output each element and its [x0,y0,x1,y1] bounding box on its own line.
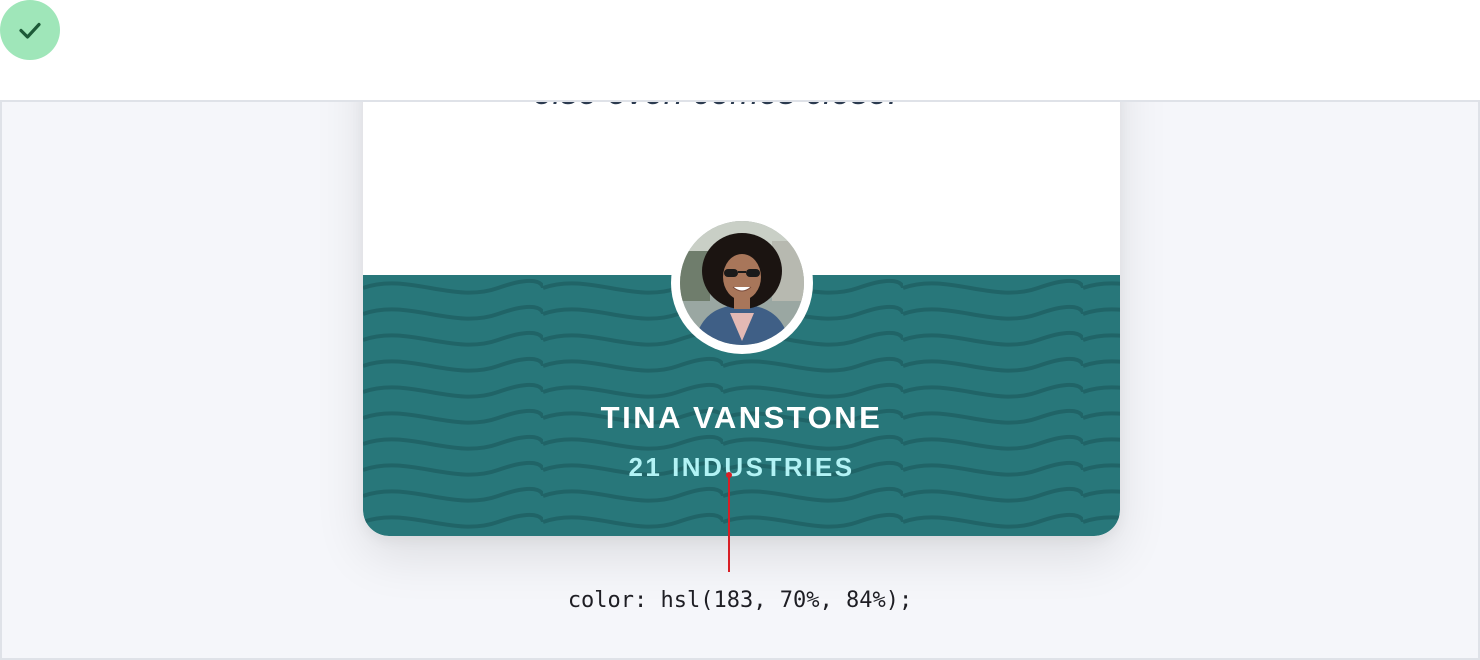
pointer-line [728,475,730,572]
checkmark-icon [0,0,60,60]
preview-stage: else even comes close. TINA VANSTONE 21 [0,100,1480,660]
testimonial-card: else even comes close. TINA VANSTONE 21 [363,102,1120,536]
avatar [671,212,813,354]
author-company: 21 INDUSTRIES [628,452,855,482]
quote-text: else even comes close. [363,102,1120,113]
close-quote-icon [908,102,950,111]
avatar-photo [680,221,804,345]
top-bar [0,0,1480,100]
author-name: TINA VANSTONE [600,400,883,435]
css-annotation: color: hsl(183, 70%, 84%); [567,588,913,613]
